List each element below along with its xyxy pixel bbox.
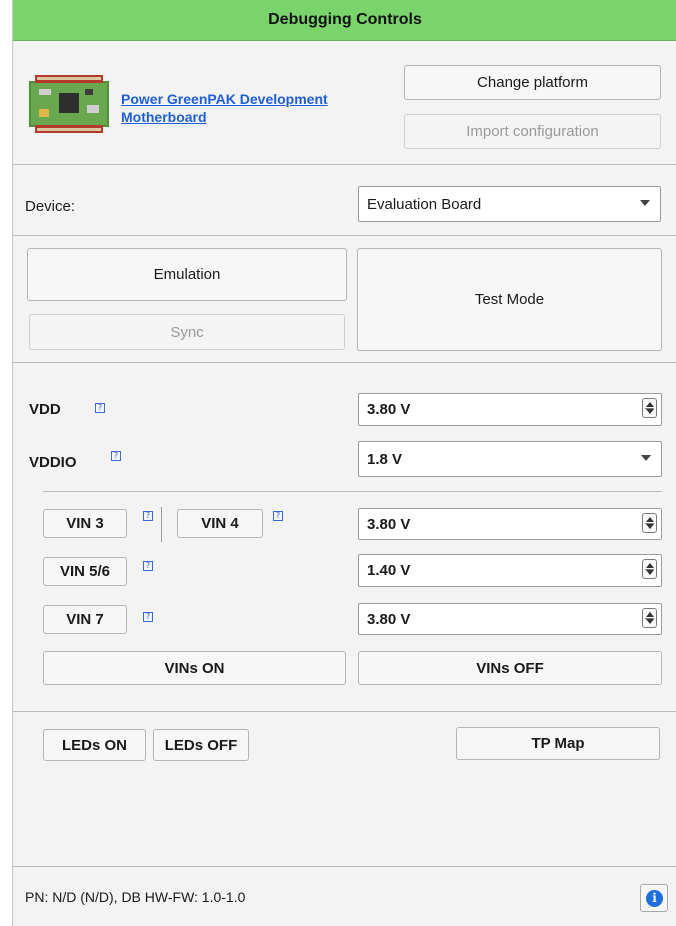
info-icon: i: [646, 890, 663, 907]
spinner-icon[interactable]: [642, 608, 657, 628]
test-mode-button[interactable]: Test Mode: [357, 248, 662, 351]
chevron-down-icon: [641, 455, 651, 461]
divider: [43, 491, 662, 492]
vin7-spinbox[interactable]: 3.80 V: [358, 603, 662, 635]
device-select-value: Evaluation Board: [367, 195, 482, 213]
status-text: PN: N/D (N/D), DB HW-FW: 1.0-1.0: [25, 889, 246, 905]
divider: [13, 235, 676, 236]
vin34-spinbox[interactable]: 3.80 V: [358, 508, 662, 540]
leds-on-button[interactable]: LEDs ON: [43, 729, 146, 761]
panel-title: Debugging Controls: [13, 0, 676, 41]
vdd-label: VDD: [29, 401, 61, 418]
device-label: Device:: [25, 198, 76, 215]
vin56-button[interactable]: VIN 5/6: [43, 557, 127, 586]
device-select[interactable]: Evaluation Board: [358, 186, 661, 222]
vdd-value: 3.80 V: [367, 401, 411, 418]
debugging-controls-panel: Debugging Controls Power GreenPAK Develo…: [12, 0, 676, 926]
vin56-spinbox[interactable]: 1.40 V: [358, 554, 662, 587]
vin34-value: 3.80 V: [367, 515, 411, 533]
vins-off-button[interactable]: VINs OFF: [358, 651, 662, 685]
vdd-spinbox[interactable]: 3.80 V: [358, 393, 662, 426]
vin7-button[interactable]: VIN 7: [43, 605, 127, 634]
spinner-icon[interactable]: [642, 398, 657, 418]
spinner-icon[interactable]: [642, 513, 657, 533]
vin56-value: 1.40 V: [367, 562, 411, 579]
vin3-button[interactable]: VIN 3: [43, 509, 127, 538]
divider: [13, 164, 676, 165]
divider: [13, 711, 676, 712]
chevron-down-icon: [640, 200, 650, 206]
change-platform-button[interactable]: Change platform: [404, 65, 661, 100]
board-thumbnail: [29, 75, 109, 133]
platform-name-link[interactable]: Power GreenPAK Development Motherboard: [121, 90, 393, 126]
vddio-select[interactable]: 1.8 V: [358, 441, 662, 477]
divider: [13, 362, 676, 363]
vin7-value: 3.80 V: [367, 610, 411, 628]
vin56-help-icon[interactable]: ?: [143, 561, 153, 571]
divider: [13, 866, 676, 867]
board-icon: [29, 75, 109, 133]
info-button[interactable]: i: [640, 884, 668, 912]
vddio-value: 1.8 V: [367, 450, 403, 468]
panel-title-text: Debugging Controls: [268, 11, 422, 28]
vdd-help-icon[interactable]: ?: [95, 403, 105, 413]
emulation-button[interactable]: Emulation: [27, 248, 347, 301]
vddio-help-icon[interactable]: ?: [111, 451, 121, 461]
vin-separator: [161, 507, 162, 542]
import-configuration-button[interactable]: Import configuration: [404, 114, 661, 149]
spinner-icon[interactable]: [642, 559, 657, 579]
vin3-help-icon[interactable]: ?: [143, 511, 153, 521]
vin4-button[interactable]: VIN 4: [177, 509, 263, 538]
sync-button[interactable]: Sync: [29, 314, 345, 350]
vins-on-button[interactable]: VINs ON: [43, 651, 346, 685]
vin4-help-icon[interactable]: ?: [273, 511, 283, 521]
vddio-label: VDDIO: [29, 454, 77, 471]
tp-map-button[interactable]: TP Map: [456, 727, 660, 760]
leds-off-button[interactable]: LEDs OFF: [153, 729, 249, 761]
vin7-help-icon[interactable]: ?: [143, 612, 153, 622]
